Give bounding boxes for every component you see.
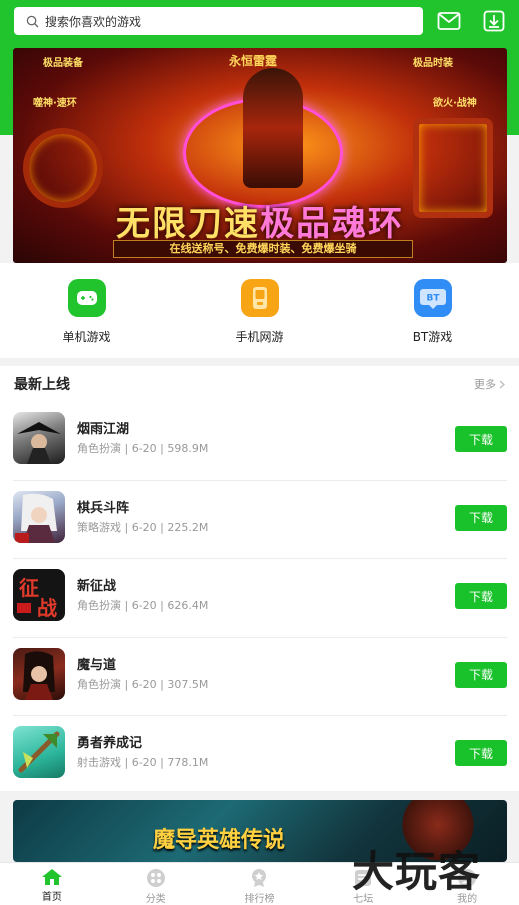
download-button[interactable]: 下载 <box>455 661 507 688</box>
svg-text:BT: BT <box>426 294 440 304</box>
download-button[interactable]: 下载 <box>455 504 507 531</box>
chevron-right-icon <box>499 380 505 388</box>
game-icon <box>13 412 65 464</box>
game-meta: 射击游戏 | 6-20 | 778.1M <box>77 756 209 769</box>
game-meta: 策略游戏 | 6-20 | 225.2M <box>77 520 209 534</box>
game-name: 勇者养成记 <box>77 736 143 751</box>
gamepad-icon <box>67 279 106 317</box>
list-item[interactable]: 魔与道 角色扮演 | 6-20 | 307.5M 下载 <box>13 638 507 716</box>
list-item[interactable]: 烟雨江湖 角色扮演 | 6-20 | 598.9M 下载 <box>13 402 507 481</box>
category-icon <box>146 869 165 887</box>
more-link[interactable]: 更多 <box>474 376 505 392</box>
search-input[interactable]: 搜索你喜欢的游戏 <box>14 7 423 35</box>
newest-section: 最新上线 更多 烟雨江湖 角色扮演 | 6-20 | 598.9M 下载 棋兵斗… <box>0 366 519 791</box>
game-icon <box>13 647 65 700</box>
category-label: 手机网游 <box>235 330 284 344</box>
game-name: 棋兵斗阵 <box>77 500 130 516</box>
svg-text:战: 战 <box>37 596 57 620</box>
banner-right-tag: 极品时装 <box>413 58 453 69</box>
bt-icon: BT <box>413 279 452 317</box>
tab-label: 分类 <box>145 894 166 905</box>
banner-headline: 无限刀速极品魂环 <box>13 196 507 245</box>
download-button[interactable]: 下载 <box>455 740 507 766</box>
category-bt-games[interactable]: BT BT游戏 <box>346 263 519 358</box>
category-shortcuts: 单机游戏 手机网游 BT BT游戏 <box>0 263 519 358</box>
banner-hero-figure <box>243 68 303 188</box>
phone-game-icon <box>240 279 279 317</box>
category-single-player[interactable]: 单机游戏 <box>0 263 173 358</box>
svg-text:征: 征 <box>19 576 39 600</box>
ranking-icon <box>252 869 267 887</box>
category-label: BT游戏 <box>412 330 453 344</box>
tab-home[interactable]: 首页 <box>0 863 104 905</box>
tab-ranking[interactable]: 排行榜 <box>208 863 312 905</box>
banner-game-name: 永恒雷霆 <box>229 54 278 68</box>
promo-title: 魔导英雄传说 <box>153 828 286 853</box>
banner-subtitle: 在线送称号、免费爆时装、免费爆坐骑 <box>113 240 413 258</box>
download-button[interactable]: 下载 <box>455 426 507 452</box>
list-item[interactable]: 征战 新征战 角色扮演 | 6-20 | 626.4M 下载 <box>13 559 507 638</box>
banner-left-tag: 极品装备 <box>43 58 83 69</box>
banner-right-skill: 欲火·战神 <box>433 98 477 109</box>
banner-headline-part2: 极品魂环 <box>260 204 404 244</box>
more-label: 更多 <box>474 378 496 391</box>
home-icon <box>41 869 62 885</box>
section-title: 最新上线 <box>14 377 70 393</box>
tab-label: 排行榜 <box>244 894 275 905</box>
game-name: 新征战 <box>77 579 117 594</box>
game-name: 烟雨江湖 <box>77 422 130 437</box>
tab-label: 首页 <box>41 892 62 903</box>
category-label: 单机游戏 <box>62 330 111 344</box>
game-icon <box>13 726 65 778</box>
game-icon <box>13 490 65 543</box>
search-placeholder: 搜索你喜欢的游戏 <box>45 14 142 29</box>
banner-left-skill: 噬神·速环 <box>33 98 77 109</box>
watermark-logo: 大玩客 <box>352 847 482 896</box>
mail-icon[interactable] <box>436 8 462 34</box>
search-icon <box>26 15 39 27</box>
tab-category[interactable]: 分类 <box>104 863 208 905</box>
game-meta: 角色扮演 | 6-20 | 598.9M <box>77 442 209 455</box>
banner-headline-part1: 无限刀速 <box>116 204 260 244</box>
game-icon: 征战 <box>13 569 65 621</box>
game-meta: 角色扮演 | 6-20 | 626.4M <box>77 599 209 612</box>
download-manager-icon[interactable] <box>481 8 507 34</box>
game-meta: 角色扮演 | 6-20 | 307.5M <box>77 677 209 691</box>
download-button[interactable]: 下载 <box>455 583 507 609</box>
game-name: 魔与道 <box>77 657 117 673</box>
section-header: 最新上线 更多 <box>0 366 519 402</box>
category-mobile-online[interactable]: 手机网游 <box>173 263 346 358</box>
list-item[interactable]: 棋兵斗阵 策略游戏 | 6-20 | 225.2M 下载 <box>13 481 507 559</box>
list-item[interactable]: 勇者养成记 射击游戏 | 6-20 | 778.1M 下载 <box>13 716 507 795</box>
promo-banner[interactable]: 永恒雷霆 极品装备 极品时装 噬神·速环 欲火·战神 无限刀速极品魂环 在线送称… <box>13 48 507 263</box>
